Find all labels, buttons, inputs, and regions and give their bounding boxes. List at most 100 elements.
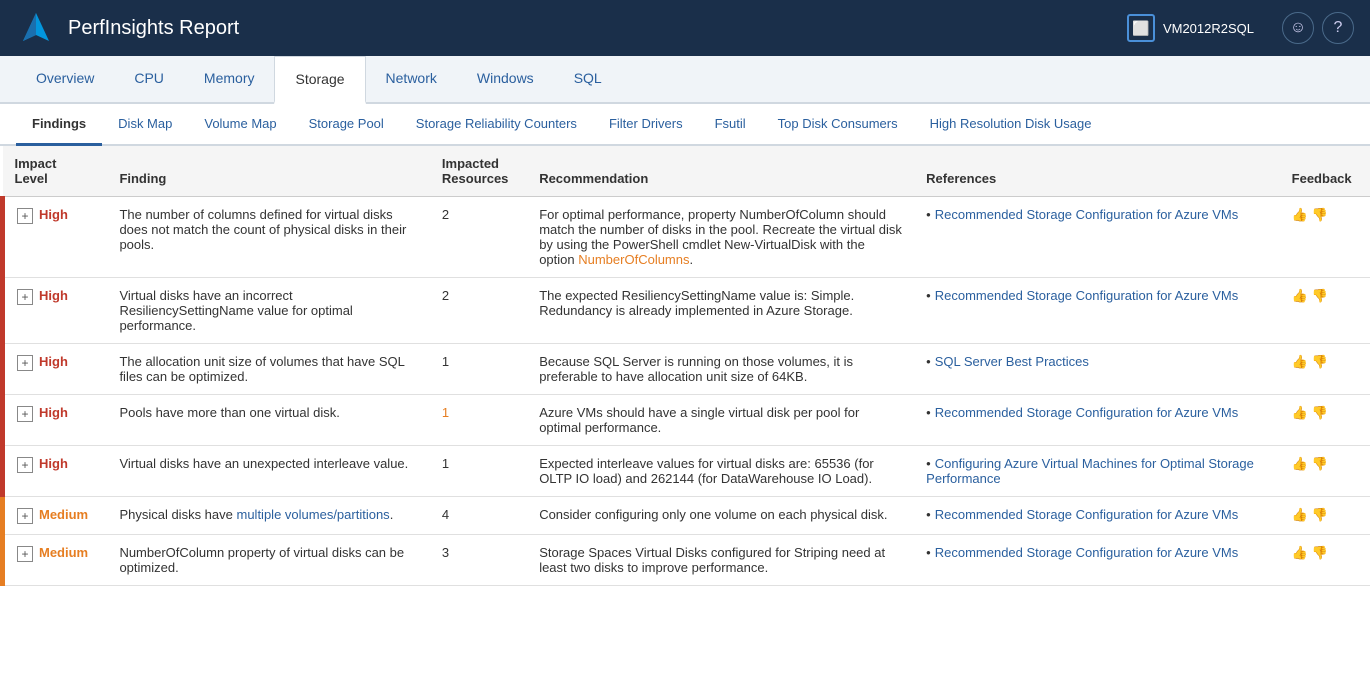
tab-storage[interactable]: Storage (274, 56, 365, 104)
finding-cell: Physical disks have multiple volumes/par… (107, 497, 429, 535)
table-header-row: ImpactLevel Finding ImpactedResources Re… (3, 146, 1370, 197)
expand-button[interactable]: + (17, 355, 33, 371)
impacted-cell: 2 (430, 278, 527, 344)
thumbs-up-icon[interactable]: 👍 (1292, 288, 1308, 304)
thumbs-down-icon[interactable]: 👎 (1312, 207, 1328, 223)
recommendation-cell: Because SQL Server is running on those v… (527, 344, 914, 395)
thumbs-up-icon[interactable]: 👍 (1292, 545, 1308, 561)
finding-cell: The allocation unit size of volumes that… (107, 344, 429, 395)
impact-cell: + High (3, 344, 108, 395)
thumbs-up-icon[interactable]: 👍 (1292, 405, 1308, 421)
impact-cell: + Medium (3, 535, 108, 586)
impacted-cell: 1 (430, 395, 527, 446)
thumbs-up-icon[interactable]: 👍 (1292, 207, 1308, 223)
reference-link[interactable]: Configuring Azure Virtual Machines for O… (926, 456, 1254, 486)
subtab-volumemap[interactable]: Volume Map (188, 104, 292, 146)
table-row: + Medium Physical disks have multiple vo… (3, 497, 1370, 535)
reference-link[interactable]: Recommended Storage Configuration for Az… (935, 507, 1239, 522)
table-row: + High The allocation unit size of volum… (3, 344, 1370, 395)
impacted-cell: 4 (430, 497, 527, 535)
feedback-cell: 👍 👎 (1280, 446, 1370, 497)
expand-button[interactable]: + (17, 546, 33, 562)
tab-sql[interactable]: SQL (554, 56, 622, 104)
feedback-cell: 👍 👎 (1280, 395, 1370, 446)
finding-cell: Virtual disks have an unexpected interle… (107, 446, 429, 497)
tab-windows[interactable]: Windows (457, 56, 554, 104)
impact-cell: + High (3, 197, 108, 278)
subtab-highres[interactable]: High Resolution Disk Usage (914, 104, 1108, 146)
table-row: + High Pools have more than one virtual … (3, 395, 1370, 446)
subtab-diskmap[interactable]: Disk Map (102, 104, 188, 146)
reference-link[interactable]: Recommended Storage Configuration for Az… (935, 405, 1239, 420)
table-row: + High Virtual disks have an incorrect R… (3, 278, 1370, 344)
thumbs-down-icon[interactable]: 👎 (1312, 507, 1328, 523)
findings-table: ImpactLevel Finding ImpactedResources Re… (0, 146, 1370, 586)
col-header-references: References (914, 146, 1279, 197)
col-header-recommendation: Recommendation (527, 146, 914, 197)
references-cell: •Configuring Azure Virtual Machines for … (914, 446, 1279, 497)
subtab-storagepool[interactable]: Storage Pool (293, 104, 400, 146)
main-nav: Overview CPU Memory Storage Network Wind… (0, 56, 1370, 104)
impact-level: High (39, 354, 68, 369)
col-header-feedback: Feedback (1280, 146, 1370, 197)
tab-cpu[interactable]: CPU (114, 56, 184, 104)
expand-button[interactable]: + (17, 208, 33, 224)
smile-button[interactable]: ☺ (1282, 12, 1314, 44)
header-icons: ☺ ? (1282, 12, 1354, 44)
recommendation-cell: Storage Spaces Virtual Disks configured … (527, 535, 914, 586)
subtab-filterdrivers[interactable]: Filter Drivers (593, 104, 699, 146)
help-button[interactable]: ? (1322, 12, 1354, 44)
thumbs-up-icon[interactable]: 👍 (1292, 354, 1308, 370)
feedback-cell: 👍 👎 (1280, 197, 1370, 278)
subtab-topdisk[interactable]: Top Disk Consumers (762, 104, 914, 146)
feedback-cell: 👍 👎 (1280, 278, 1370, 344)
impact-level: High (39, 456, 68, 471)
expand-button[interactable]: + (17, 289, 33, 305)
references-cell: •SQL Server Best Practices (914, 344, 1279, 395)
thumbs-down-icon[interactable]: 👎 (1312, 545, 1328, 561)
impact-cell: + High (3, 395, 108, 446)
thumbs-up-icon[interactable]: 👍 (1292, 507, 1308, 523)
tab-memory[interactable]: Memory (184, 56, 275, 104)
recommendation-cell: Azure VMs should have a single virtual d… (527, 395, 914, 446)
impacted-cell: 2 (430, 197, 527, 278)
reference-link[interactable]: Recommended Storage Configuration for Az… (935, 207, 1239, 222)
expand-button[interactable]: + (17, 508, 33, 524)
feedback-cell: 👍 👎 (1280, 344, 1370, 395)
feedback-cell: 👍 👎 (1280, 535, 1370, 586)
expand-button[interactable]: + (17, 457, 33, 473)
subtab-findings[interactable]: Findings (16, 104, 102, 146)
vm-selector[interactable]: ⬜ VM2012R2SQL (1127, 14, 1254, 42)
subtab-fsutil[interactable]: Fsutil (699, 104, 762, 146)
table-row: + Medium NumberOfColumn property of virt… (3, 535, 1370, 586)
finding-cell: NumberOfColumn property of virtual disks… (107, 535, 429, 586)
col-header-finding: Finding (107, 146, 429, 197)
thumbs-up-icon[interactable]: 👍 (1292, 456, 1308, 472)
references-cell: •Recommended Storage Configuration for A… (914, 395, 1279, 446)
reference-link[interactable]: SQL Server Best Practices (935, 354, 1089, 369)
thumbs-down-icon[interactable]: 👎 (1312, 288, 1328, 304)
impact-level: Medium (39, 545, 88, 560)
thumbs-down-icon[interactable]: 👎 (1312, 354, 1328, 370)
app-header: PerfInsights Report ⬜ VM2012R2SQL ☺ ? (0, 0, 1370, 56)
expand-button[interactable]: + (17, 406, 33, 422)
reference-link[interactable]: Recommended Storage Configuration for Az… (935, 545, 1239, 560)
tab-network[interactable]: Network (366, 56, 457, 104)
feedback-cell: 👍 👎 (1280, 497, 1370, 535)
thumbs-down-icon[interactable]: 👎 (1312, 456, 1328, 472)
thumbs-down-icon[interactable]: 👎 (1312, 405, 1328, 421)
impacted-cell: 3 (430, 535, 527, 586)
finding-cell: The number of columns defined for virtua… (107, 197, 429, 278)
impact-level: High (39, 405, 68, 420)
impact-level: Medium (39, 507, 88, 522)
finding-cell: Pools have more than one virtual disk. (107, 395, 429, 446)
tab-overview[interactable]: Overview (16, 56, 114, 104)
sub-nav: Findings Disk Map Volume Map Storage Poo… (0, 104, 1370, 146)
references-cell: •Recommended Storage Configuration for A… (914, 535, 1279, 586)
app-logo (16, 8, 56, 48)
vm-icon: ⬜ (1127, 14, 1155, 42)
subtab-reliability[interactable]: Storage Reliability Counters (400, 104, 593, 146)
impact-cell: + High (3, 278, 108, 344)
reference-link[interactable]: Recommended Storage Configuration for Az… (935, 288, 1239, 303)
impacted-cell: 1 (430, 344, 527, 395)
